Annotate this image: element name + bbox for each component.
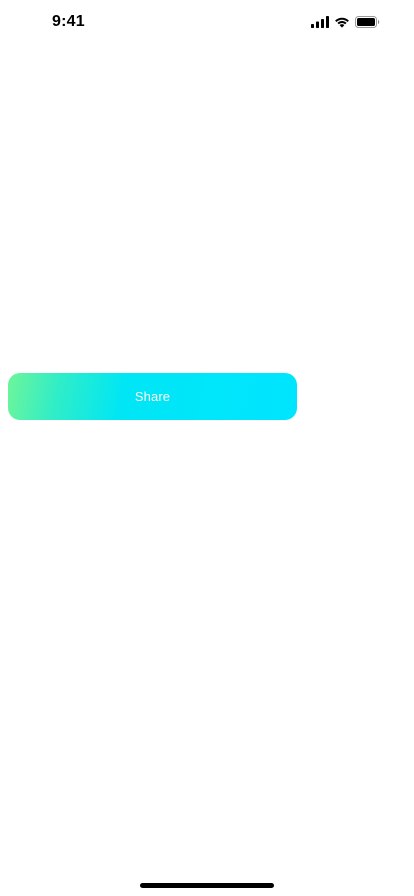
share-button[interactable]: Share <box>8 373 297 420</box>
status-icons <box>311 15 380 29</box>
status-time: 9:41 <box>52 13 85 30</box>
battery-icon <box>355 16 380 28</box>
status-bar: 9:41 <box>0 0 414 44</box>
cellular-signal-icon <box>311 16 329 28</box>
wifi-icon <box>334 16 350 28</box>
share-button-label: Share <box>134 389 171 404</box>
home-indicator[interactable] <box>140 883 274 888</box>
